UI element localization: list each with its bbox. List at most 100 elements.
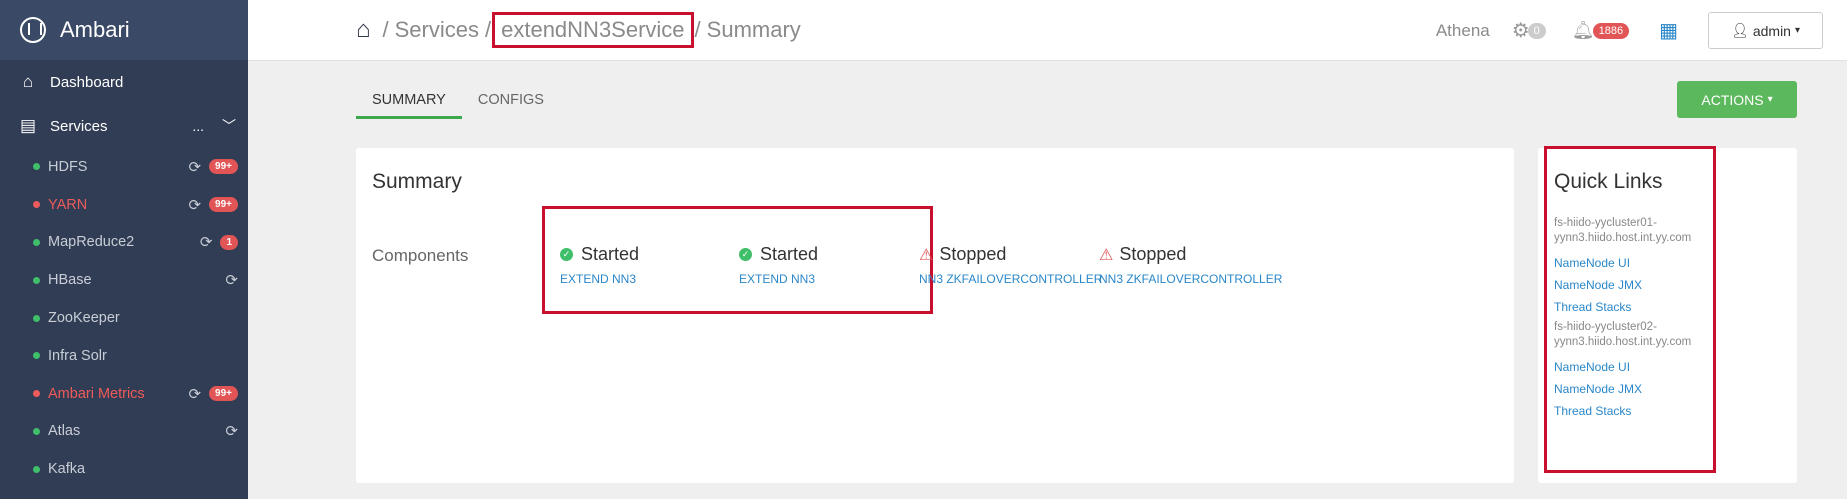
sidebar-item-service[interactable]: HDFS ⟳ 99+ xyxy=(0,148,248,186)
component-item: ⚠ Stopped NN3 ZKFAILOVERCONTROLLER xyxy=(919,244,1102,286)
alert-count-badge[interactable]: 99+ xyxy=(209,159,238,175)
status-dot-icon xyxy=(33,276,40,284)
briefcase-icon: ▤ xyxy=(19,116,37,135)
sidebar-item-label: Infra Solr xyxy=(48,347,107,364)
check-circle-icon: ✓ xyxy=(560,248,573,261)
alert-count-badge[interactable]: 99+ xyxy=(209,386,238,402)
sidebar-item-service[interactable]: YARN ⟳ 99+ xyxy=(0,186,248,224)
component-status: ✓ Started xyxy=(560,244,639,265)
alert-count-badge[interactable]: 1 xyxy=(220,234,238,250)
caret-down-icon: ▾ xyxy=(1794,25,1800,36)
component-item: ⚠ Stopped NN3 ZKFAILOVERCONTROLLER xyxy=(1099,244,1282,286)
quick-link[interactable]: NameNode UI xyxy=(1554,256,1630,270)
sidebar-item-dashboard[interactable]: ⌂ Dashboard xyxy=(0,60,248,104)
actions-button[interactable]: ACTIONS ▾ xyxy=(1677,81,1797,118)
refresh-icon[interactable]: ⟳ xyxy=(225,271,238,289)
sidebar-item-label: ZooKeeper xyxy=(48,310,120,327)
sidebar-item-label: HBase xyxy=(48,272,92,289)
status-dot-icon xyxy=(33,465,40,473)
sidebar-item-label: Services xyxy=(50,117,108,135)
bell-icon: 🔔︎ xyxy=(1571,20,1595,40)
quick-link[interactable]: NameNode JMX xyxy=(1554,278,1642,292)
sidebar-item-services[interactable]: ▤ Services ... ﹀ xyxy=(0,104,248,148)
quick-link[interactable]: Thread Stacks xyxy=(1554,300,1631,314)
home-icon: ⌂ xyxy=(22,72,34,91)
refresh-icon[interactable]: ⟳ xyxy=(225,422,238,440)
status-dot-icon xyxy=(33,352,40,360)
services-more-button[interactable]: ... xyxy=(192,118,204,134)
component-status-text: Stopped xyxy=(1119,244,1187,264)
quick-link[interactable]: NameNode UI xyxy=(1554,360,1630,374)
warning-icon: ⚠ xyxy=(919,246,934,264)
caret-down-icon: ▾ xyxy=(1767,94,1773,105)
alerts-count-badge: 1886 xyxy=(1592,22,1630,39)
status-dot-icon xyxy=(33,163,40,171)
sidebar-item-label: HDFS xyxy=(48,158,88,175)
breadcrumb-separator: / xyxy=(382,17,389,42)
background-ops-button[interactable]: ⚙ 0 xyxy=(1512,18,1546,43)
breadcrumb: ⌂ / Services / extendNN3Service / Summar… xyxy=(356,12,801,48)
sidebar-item-service[interactable]: Atlas ⟳ xyxy=(0,413,248,451)
breadcrumb-separator: / xyxy=(694,17,701,42)
service-tabs: SUMMARY CONFIGS xyxy=(356,88,560,119)
sidebar-item-label: Ambari Metrics xyxy=(48,385,145,402)
alerts-button[interactable]: 🔔︎ 1886 xyxy=(1571,20,1630,41)
component-link[interactable]: NN3 ZKFAILOVERCONTROLLER xyxy=(1099,272,1282,286)
check-circle-icon: ✓ xyxy=(739,248,752,261)
components-label: Components xyxy=(372,246,469,265)
breadcrumb-page: Summary xyxy=(706,17,801,42)
sidebar-item-service[interactable]: ZooKeeper xyxy=(0,299,248,337)
chevron-down-icon[interactable]: ﹀ xyxy=(222,116,236,136)
home-icon[interactable]: ⌂ xyxy=(356,16,371,44)
refresh-icon[interactable]: ⟳ xyxy=(188,196,201,214)
breadcrumb-services[interactable]: Services xyxy=(395,17,479,43)
refresh-icon[interactable]: ⟳ xyxy=(188,158,201,176)
cluster-name[interactable]: Athena xyxy=(1436,21,1490,41)
tab-summary[interactable]: SUMMARY xyxy=(356,88,462,119)
component-status-text: Started xyxy=(760,244,819,264)
component-link[interactable]: EXTEND NN3 xyxy=(560,272,639,286)
sidebar-item-label: YARN xyxy=(48,196,88,213)
status-dot-icon xyxy=(33,427,40,435)
refresh-icon[interactable]: ⟳ xyxy=(188,385,201,403)
sidebar-item-service[interactable]: Kafka xyxy=(0,450,248,488)
user-icon: 👤︎ xyxy=(1731,22,1749,38)
brand[interactable]: Ambari xyxy=(0,0,248,60)
sidebar-item-service[interactable]: HBase ⟳ xyxy=(0,261,248,299)
quick-links-host: fs-hiido-yycluster02-yynn3.hiido.host.in… xyxy=(1554,321,1692,348)
topbar: ⌂ / Services / extendNN3Service / Summar… xyxy=(248,0,1847,61)
tab-configs[interactable]: CONFIGS xyxy=(462,88,560,119)
component-status: ✓ Started xyxy=(739,244,818,265)
user-name: admin xyxy=(1752,22,1791,39)
sidebar-item-service[interactable]: Infra Solr xyxy=(0,337,248,375)
user-menu-button[interactable]: 👤︎ admin ▾ xyxy=(1708,12,1823,49)
component-link[interactable]: NN3 ZKFAILOVERCONTROLLER xyxy=(919,272,1102,286)
grid-icon[interactable]: ▦ xyxy=(1659,18,1678,43)
sidebar-item-label: MapReduce2 xyxy=(48,234,135,251)
warning-icon: ⚠ xyxy=(1099,246,1114,264)
sidebar-item-service[interactable]: MapReduce2 ⟳ 1 xyxy=(0,224,248,262)
component-status-text: Started xyxy=(581,244,640,264)
status-dot-icon xyxy=(33,390,40,398)
quick-link[interactable]: NameNode JMX xyxy=(1554,382,1642,396)
summary-card: Summary Components ✓ Started EXTEND NN3 ✓ St… xyxy=(356,148,1514,483)
breadcrumb-service[interactable]: extendNN3Service xyxy=(492,12,694,48)
component-status-text: Stopped xyxy=(939,244,1007,264)
ops-count-badge: 0 xyxy=(1527,22,1546,39)
alert-count-badge[interactable]: 99+ xyxy=(209,197,238,213)
actions-label: ACTIONS xyxy=(1701,91,1764,108)
component-link[interactable]: EXTEND NN3 xyxy=(739,272,818,286)
status-dot-icon xyxy=(33,201,40,209)
ambari-logo-icon xyxy=(20,17,46,43)
quick-links-host: fs-hiido-yycluster01-yynn3.hiido.host.in… xyxy=(1554,217,1692,244)
gear-icon: ⚙ xyxy=(1511,20,1530,42)
sidebar-item-label: Dashboard xyxy=(50,73,124,91)
component-item: ✓ Started EXTEND NN3 xyxy=(560,244,639,286)
component-item: ✓ Started EXTEND NN3 xyxy=(739,244,818,286)
component-status: ⚠ Stopped xyxy=(1099,244,1282,265)
sidebar-item-service[interactable]: Ambari Metrics ⟳ 99+ xyxy=(0,375,248,413)
quick-links-card: Quick Links fs-hiido-yycluster01-yynn3.h… xyxy=(1538,146,1797,483)
quick-links-title: Quick Links xyxy=(1554,170,1663,193)
quick-link[interactable]: Thread Stacks xyxy=(1554,404,1631,418)
refresh-icon[interactable]: ⟳ xyxy=(200,233,213,251)
